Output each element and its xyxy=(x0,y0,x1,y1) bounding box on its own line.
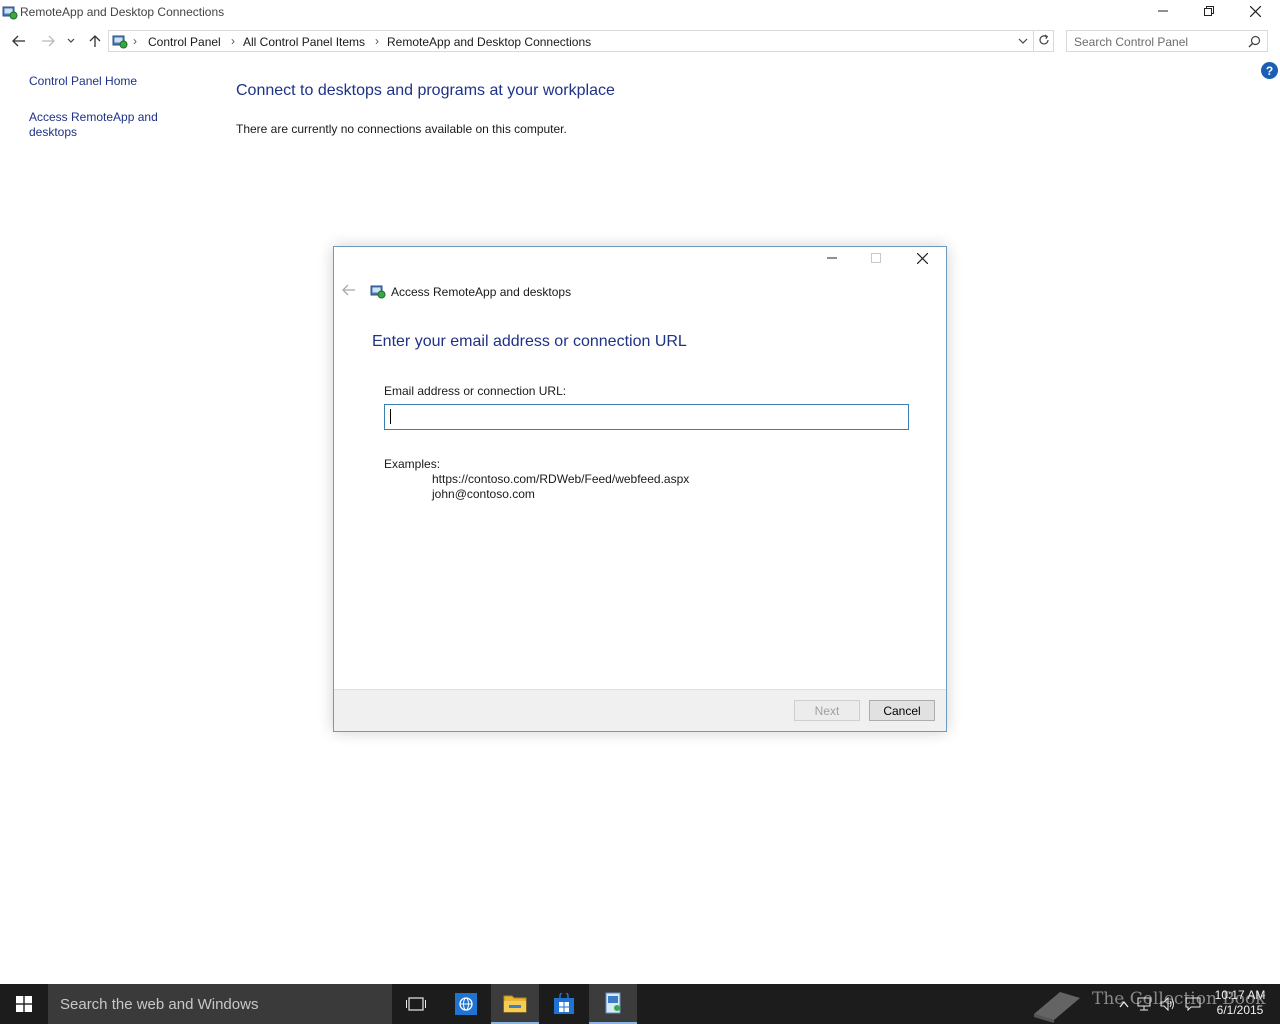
up-arrow-icon[interactable] xyxy=(85,31,105,51)
text-caret xyxy=(390,409,391,424)
access-remoteapp-link-line1: Access RemoteApp and xyxy=(29,110,158,124)
action-center-icon[interactable] xyxy=(1185,996,1201,1012)
taskbar-search-box[interactable]: Search the web and Windows xyxy=(48,984,392,1024)
help-icon[interactable]: ? xyxy=(1261,62,1278,79)
example-email: john@contoso.com xyxy=(432,487,535,501)
connection-url-input[interactable] xyxy=(384,404,909,430)
refresh-icon xyxy=(1038,34,1050,49)
ie-icon[interactable] xyxy=(442,984,490,1024)
title-bar: RemoteApp and Desktop Connections xyxy=(0,0,1280,24)
connection-url-label: Email address or connection URL: xyxy=(384,384,567,398)
forward-arrow-icon[interactable] xyxy=(38,31,58,51)
next-button[interactable]: Next xyxy=(794,700,860,721)
close-button[interactable] xyxy=(1232,0,1278,22)
breadcrumb-remoteapp[interactable]: RemoteApp and Desktop Connections xyxy=(387,35,591,49)
taskbar: Search the web and Windows The Collectio… xyxy=(0,984,1280,1024)
dialog-maximize-button xyxy=(854,247,898,269)
store-icon[interactable] xyxy=(540,984,588,1024)
breadcrumb-all-items[interactable]: All Control Panel Items xyxy=(243,35,365,49)
address-bar[interactable]: › Control Panel › All Control Panel Item… xyxy=(108,30,1034,52)
windows-start-icon[interactable] xyxy=(0,984,48,1024)
dialog-close-button[interactable] xyxy=(900,247,944,269)
restore-button[interactable] xyxy=(1186,0,1232,22)
no-connections-text: There are currently no connections avail… xyxy=(236,122,567,136)
search-input[interactable] xyxy=(1074,34,1244,49)
cancel-button[interactable]: Cancel xyxy=(869,700,935,721)
breadcrumb-separator-icon[interactable]: › xyxy=(375,34,379,48)
task-view-icon[interactable] xyxy=(392,984,440,1024)
navigation-bar: › Control Panel › All Control Panel Item… xyxy=(0,28,1280,54)
dialog-footer: Next Cancel xyxy=(334,689,946,731)
control-panel-icon xyxy=(112,33,128,49)
search-box[interactable] xyxy=(1066,30,1268,52)
refresh-button[interactable] xyxy=(1034,30,1054,52)
clock-date: 6/1/2015 xyxy=(1216,1003,1264,1017)
remoteapp-icon xyxy=(370,283,386,299)
left-task-pane: Control Panel Home Access RemoteApp and … xyxy=(29,74,209,140)
page-title: Connect to desktops and programs at your… xyxy=(236,82,615,99)
recent-locations-chevron-icon[interactable] xyxy=(63,31,79,51)
breadcrumb-separator-icon[interactable]: › xyxy=(133,34,137,48)
remoteapp-icon[interactable] xyxy=(589,984,637,1024)
control-panel-icon xyxy=(2,4,18,20)
access-remoteapp-dialog: Access RemoteApp and desktops Enter your… xyxy=(333,246,947,732)
access-remoteapp-link-line2: desktops xyxy=(29,125,78,139)
clock-time: 10:17 AM xyxy=(1214,988,1266,1002)
breadcrumb-separator-icon[interactable]: › xyxy=(231,34,235,48)
dialog-title: Access RemoteApp and desktops xyxy=(391,285,572,299)
breadcrumb-control-panel[interactable]: Control Panel xyxy=(148,35,221,49)
taskbar-clock[interactable]: 10:17 AM 6/1/2015 xyxy=(1212,988,1268,1018)
example-url: https://contoso.com/RDWeb/Feed/webfeed.a… xyxy=(432,472,690,486)
minimize-button[interactable] xyxy=(1140,0,1186,22)
network-icon[interactable] xyxy=(1137,996,1153,1012)
dialog-minimize-button[interactable] xyxy=(810,247,854,269)
examples-label: Examples: xyxy=(384,457,441,471)
window-title: RemoteApp and Desktop Connections xyxy=(20,5,225,19)
file-explorer-icon[interactable] xyxy=(491,984,539,1024)
dialog-heading: Enter your email address or connection U… xyxy=(372,333,687,350)
taskbar-search-text: Search the web and Windows xyxy=(60,996,259,1013)
watermark-book-icon xyxy=(1034,992,1080,1023)
volume-icon[interactable] xyxy=(1160,996,1176,1012)
show-hidden-icons-icon[interactable] xyxy=(1116,996,1132,1012)
control-panel-home-link[interactable]: Control Panel Home xyxy=(29,74,209,89)
access-remoteapp-link[interactable]: Access RemoteApp and desktops xyxy=(29,110,209,140)
address-dropdown-icon[interactable] xyxy=(1017,35,1029,47)
back-arrow-icon[interactable] xyxy=(342,284,358,298)
search-icon[interactable] xyxy=(1248,35,1261,48)
back-arrow-icon[interactable] xyxy=(9,31,29,51)
